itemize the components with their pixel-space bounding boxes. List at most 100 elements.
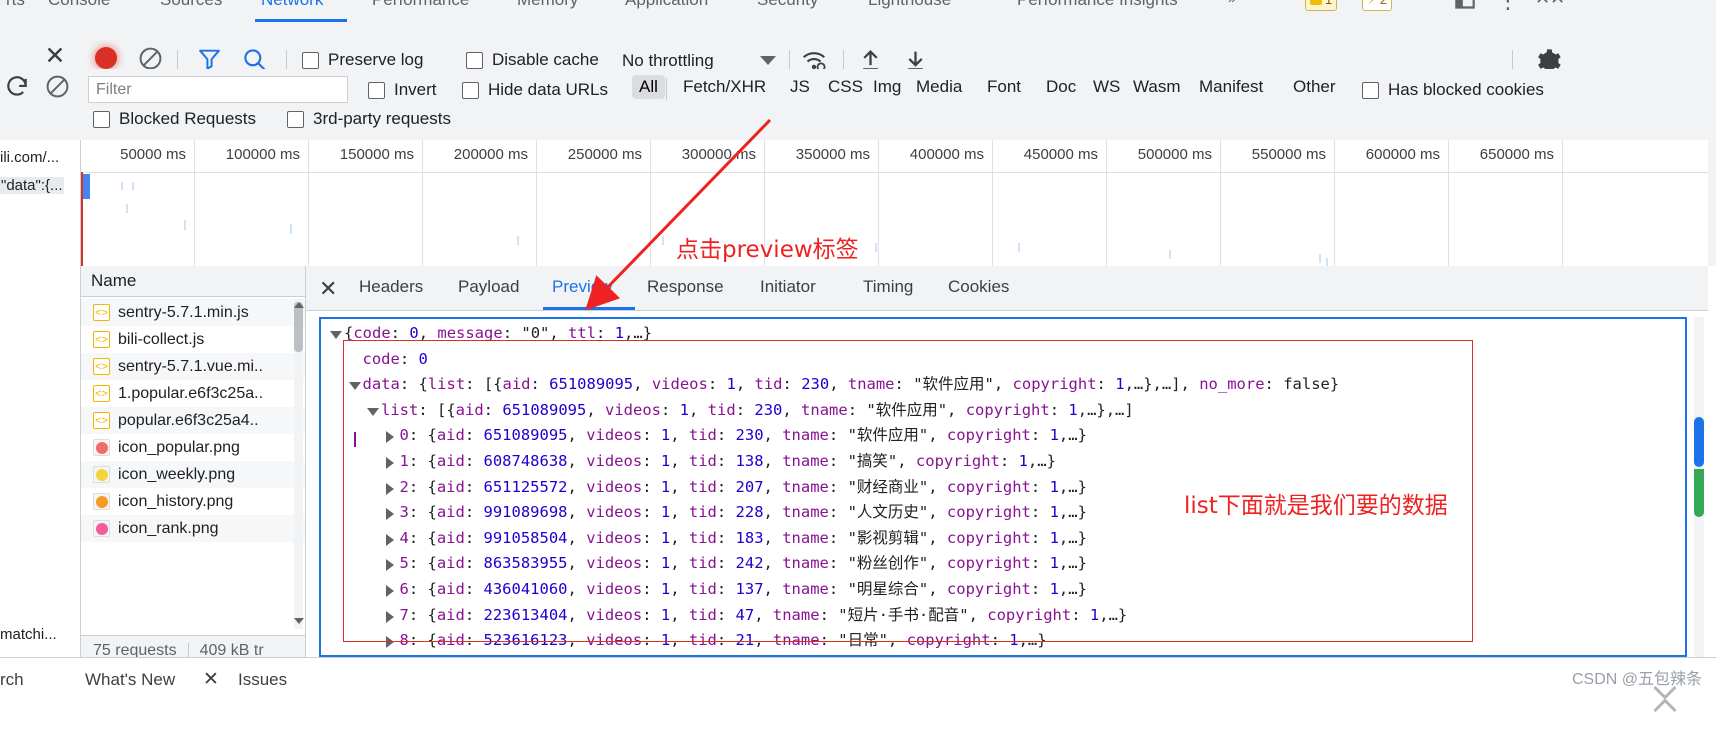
warning-count-badge[interactable]: 1 xyxy=(1305,0,1338,11)
blocked-requests-checkbox[interactable]: Blocked Requests xyxy=(93,109,256,129)
record-button[interactable] xyxy=(95,47,117,69)
tab-cookies[interactable]: Cookies xyxy=(948,277,1009,297)
json-tree-line[interactable]: 0: {aid: 651089095, videos: 1, tid: 230,… xyxy=(400,427,1087,444)
panel-tab-performance-insights[interactable]: Performance Insights xyxy=(1017,0,1178,10)
invert-checkbox[interactable]: Invert xyxy=(368,80,437,100)
tab-response[interactable]: Response xyxy=(647,277,724,297)
clear-icon[interactable] xyxy=(138,46,163,71)
json-tree-line[interactable]: 7: {aid: 223613404, videos: 1, tid: 47, … xyxy=(400,606,1128,624)
expand-triangle-closed-icon[interactable] xyxy=(385,508,394,521)
expand-triangle-open-icon[interactable] xyxy=(330,331,342,339)
list-item[interactable]: icon_rank.png xyxy=(81,515,305,542)
json-tree-line[interactable]: 6: {aid: 436041060, videos: 1, tid: 137,… xyxy=(400,581,1087,598)
json-tree-line[interactable]: 1: {aid: 608748638, videos: 1, tid: 138,… xyxy=(400,453,1056,470)
expand-triangle-closed-icon[interactable] xyxy=(385,585,394,597)
expand-triangle-open-icon[interactable] xyxy=(348,382,361,391)
panel-tab-console[interactable]: Console xyxy=(48,0,110,10)
refresh-icon[interactable] xyxy=(4,74,30,100)
list-item[interactable]: <> popular.e6f3c25a4.. xyxy=(81,407,305,434)
drawer-tab-issues[interactable]: Issues xyxy=(238,670,287,690)
request-list-header[interactable]: Name xyxy=(81,266,305,297)
list-item[interactable]: <> sentry-5.7.1.vue.mi.. xyxy=(81,353,305,380)
request-list-scrollbar[interactable] xyxy=(294,299,303,629)
json-tree-line[interactable]: 8: {aid: 523616123, videos: 1, tid: 21, … xyxy=(400,632,1047,649)
expand-triangle-closed-icon[interactable] xyxy=(385,559,394,572)
expand-triangle-closed-icon[interactable] xyxy=(385,636,394,649)
close-icon[interactable]: ✕ xyxy=(203,668,219,691)
network-overview-timeline[interactable]: 50000 ms 100000 ms 150000 ms 200000 ms 2… xyxy=(81,140,1708,267)
tab-timing[interactable]: Timing xyxy=(863,277,913,297)
filter-type-all[interactable]: All xyxy=(632,75,665,99)
close-icon[interactable]: ✕✕ xyxy=(1535,0,1565,9)
expand-triangle-closed-icon[interactable] xyxy=(385,610,394,623)
filter-type-doc[interactable]: Doc xyxy=(1039,75,1083,99)
scroll-down-arrow-icon[interactable] xyxy=(294,618,304,624)
close-detail-icon[interactable]: ✕ xyxy=(319,276,337,302)
third-party-requests-checkbox[interactable]: 3rd-party requests xyxy=(287,109,451,129)
filter-type-img[interactable]: Img xyxy=(866,75,908,99)
panel-tab-memory[interactable]: Memory xyxy=(517,0,578,10)
close-devtools-icon[interactable]: ✕ xyxy=(40,42,70,72)
json-tree-line[interactable]: 3: {aid: 991089698, videos: 1, tid: 228,… xyxy=(400,504,1087,521)
scrollbar-thumb[interactable] xyxy=(1694,417,1704,467)
panel-tab-elements[interactable]: rts xyxy=(6,0,25,10)
expand-triangle-closed-icon[interactable] xyxy=(385,482,394,495)
json-tree-line[interactable]: list: [{aid: 651089095, videos: 1, tid: … xyxy=(381,401,1134,419)
list-item[interactable]: <> 1.popular.e6f3c25a.. xyxy=(81,380,305,407)
tab-initiator[interactable]: Initiator xyxy=(760,277,816,297)
panel-tab-network[interactable]: Network xyxy=(261,0,323,10)
preview-scrollbar[interactable] xyxy=(1694,317,1704,657)
panel-tab-application[interactable]: Application xyxy=(625,0,708,10)
tab-payload[interactable]: Payload xyxy=(458,277,519,297)
clear-network-log-icon[interactable] xyxy=(45,74,70,99)
expand-triangle-closed-icon[interactable] xyxy=(385,431,394,444)
chevron-down-icon[interactable] xyxy=(760,56,776,65)
filter-icon[interactable] xyxy=(196,46,223,71)
throttling-select[interactable]: No throttling xyxy=(622,51,714,71)
list-item[interactable]: icon_weekly.png xyxy=(81,461,305,488)
filter-type-media[interactable]: Media xyxy=(909,75,969,99)
filter-input[interactable] xyxy=(88,76,348,103)
filter-type-manifest[interactable]: Manifest xyxy=(1192,75,1270,99)
disable-cache-checkbox[interactable]: Disable cache xyxy=(466,50,599,70)
tab-headers[interactable]: Headers xyxy=(359,277,423,297)
scroll-up-arrow-icon[interactable] xyxy=(294,302,304,308)
expand-triangle-closed-icon[interactable] xyxy=(385,457,394,469)
hide-data-urls-checkbox[interactable]: Hide data URLs xyxy=(462,80,608,100)
json-tree-line[interactable]: {code: 0, message: "0", ttl: 1,…} xyxy=(344,325,652,342)
panel-tab-lighthouse[interactable]: Lighthouse xyxy=(868,0,951,10)
panel-tab-performance[interactable]: Performance xyxy=(372,0,469,10)
json-tree-line[interactable]: code: 0 xyxy=(363,350,428,368)
panel-tab-security[interactable]: Security xyxy=(757,0,818,10)
filter-type-css[interactable]: CSS xyxy=(821,75,870,99)
panel-tab-sources[interactable]: Sources xyxy=(160,0,222,10)
filter-type-wasm[interactable]: Wasm xyxy=(1126,75,1188,99)
overview-scrollbar[interactable] xyxy=(1708,140,1716,266)
filter-type-fetch-xhr[interactable]: Fetch/XHR xyxy=(676,75,773,99)
json-preview-tree[interactable]: {code: 0, message: "0", ttl: 1,…} code: 0… xyxy=(319,317,1687,657)
has-blocked-cookies-checkbox[interactable]: Has blocked cookies xyxy=(1362,80,1544,100)
more-vertical-icon[interactable]: ⋮ xyxy=(1497,0,1519,14)
panel-tabs-overflow-button[interactable]: » xyxy=(1228,0,1236,6)
dock-icon[interactable] xyxy=(1452,0,1478,18)
preserve-log-checkbox[interactable]: Preserve log xyxy=(302,50,423,70)
filter-type-other[interactable]: Other xyxy=(1286,75,1343,99)
filter-type-ws[interactable]: WS xyxy=(1086,75,1127,99)
list-item[interactable]: <> sentry-5.7.1.min.js xyxy=(81,299,305,326)
list-item[interactable]: <> bili-collect.js xyxy=(81,326,305,353)
list-item[interactable]: icon_popular.png xyxy=(81,434,305,461)
drawer-tab-whats-new[interactable]: What's New xyxy=(85,670,175,690)
filter-type-font[interactable]: Font xyxy=(980,75,1028,99)
expand-triangle-closed-icon[interactable] xyxy=(385,533,394,546)
tab-preview[interactable]: Preview xyxy=(552,277,612,297)
json-tree-line[interactable]: 4: {aid: 991058504, videos: 1, tid: 183,… xyxy=(400,529,1087,547)
filter-type-js[interactable]: JS xyxy=(783,75,817,99)
json-tree-line[interactable]: 2: {aid: 651125572, videos: 1, tid: 207,… xyxy=(400,478,1087,496)
expand-triangle-open-icon[interactable] xyxy=(367,407,379,416)
json-tree-line[interactable]: 5: {aid: 863583955, videos: 1, tid: 242,… xyxy=(400,555,1087,572)
list-item[interactable]: icon_history.png xyxy=(81,488,305,515)
drawer-tab-search[interactable]: rch xyxy=(0,670,24,690)
error-count-badge[interactable]: ⚡ 2 xyxy=(1362,0,1393,11)
json-tree-line[interactable]: data: {list: [{aid: 651089095, videos: 1… xyxy=(363,376,1340,393)
scrollbar-thumb[interactable] xyxy=(294,302,303,352)
